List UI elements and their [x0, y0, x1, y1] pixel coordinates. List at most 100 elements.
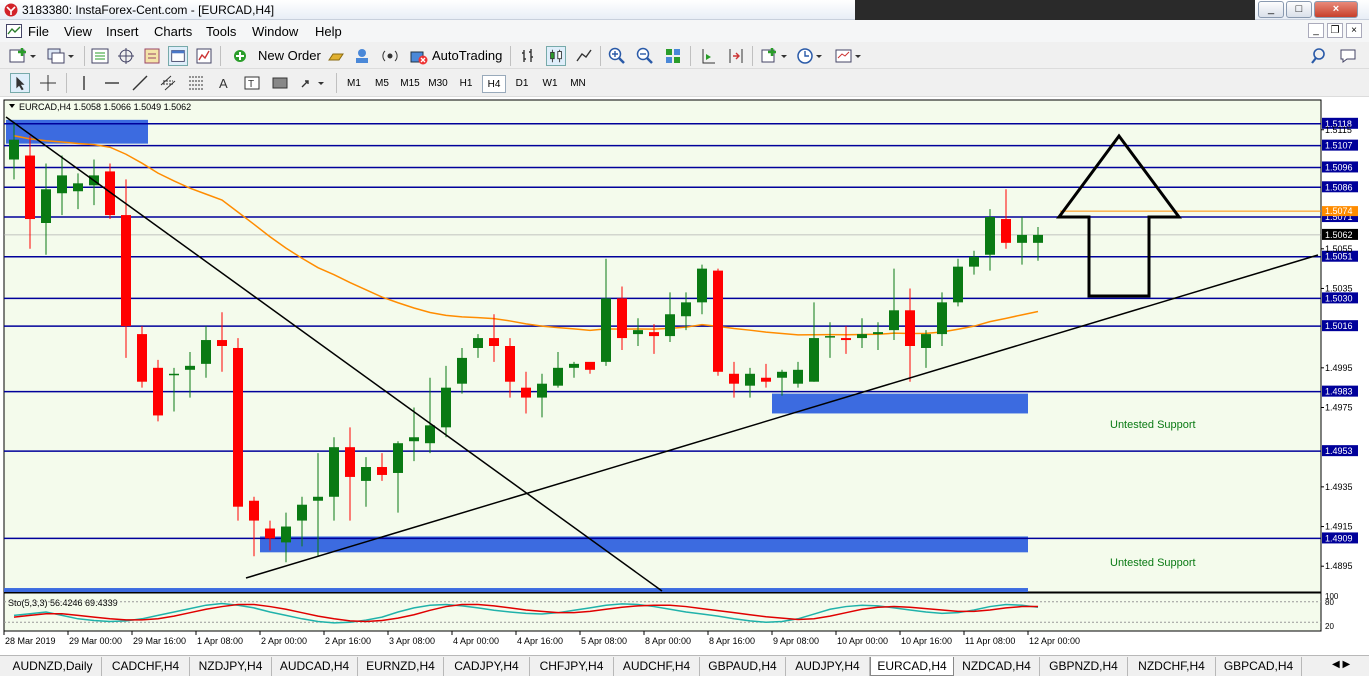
close-button[interactable]: × [1314, 1, 1358, 18]
tile-windows-icon[interactable] [663, 46, 683, 66]
candle-body[interactable] [857, 334, 867, 339]
vertical-line-icon[interactable] [74, 73, 94, 93]
text-icon[interactable]: A [214, 73, 234, 93]
candle-body[interactable] [393, 443, 403, 473]
candle-body[interactable] [185, 365, 195, 370]
market-watch-icon[interactable] [90, 46, 110, 66]
candle-body[interactable] [489, 338, 499, 346]
candle-body[interactable] [57, 175, 67, 194]
candle-body[interactable] [137, 334, 147, 382]
timeframe-m30[interactable]: M30 [426, 75, 450, 93]
crosshair-icon[interactable] [38, 73, 58, 93]
candle-body[interactable] [681, 302, 691, 317]
symbol-tab[interactable]: GBPCAD,H4 [1216, 657, 1302, 676]
symbol-tab[interactable]: NZDJPY,H4 [190, 657, 272, 676]
symbol-tab[interactable]: AUDNZD,Daily [4, 657, 102, 676]
symbol-tab[interactable]: AUDCHF,H4 [614, 657, 700, 676]
candle-body[interactable] [921, 334, 931, 348]
candle-body[interactable] [617, 298, 627, 339]
candle-body[interactable] [905, 310, 915, 346]
candle-body[interactable] [1001, 219, 1011, 243]
symbol-tab[interactable]: CHFJPY,H4 [530, 657, 614, 676]
timeframe-m1[interactable]: M1 [342, 75, 366, 93]
profiles-icon[interactable] [46, 46, 76, 66]
auto-scroll-icon[interactable] [726, 46, 746, 66]
zoom-out-icon[interactable] [635, 46, 655, 66]
mdi-restore-button[interactable]: ❐ [1327, 23, 1343, 38]
candle-body[interactable] [201, 340, 211, 364]
candle-body[interactable] [505, 346, 515, 382]
candle-body[interactable] [889, 310, 899, 331]
gold-bars-icon[interactable] [326, 46, 346, 66]
search-icon[interactable] [1310, 46, 1330, 66]
mdi-close-button[interactable]: × [1346, 23, 1362, 38]
candle-body[interactable] [937, 302, 947, 335]
candle-body[interactable] [809, 338, 819, 382]
terminal-icon[interactable] [168, 46, 188, 66]
line-chart-icon[interactable] [574, 46, 594, 66]
candle-body[interactable] [361, 467, 371, 481]
candle-body[interactable] [377, 467, 387, 475]
candle-body[interactable] [297, 504, 307, 521]
symbol-tab[interactable]: GBPNZD,H4 [1040, 657, 1128, 676]
candle-body[interactable] [793, 369, 803, 384]
chart-shift-icon[interactable] [698, 46, 718, 66]
candle-body[interactable] [105, 171, 115, 216]
symbol-tab[interactable]: CADCHF,H4 [102, 657, 190, 676]
candle-body[interactable] [585, 361, 595, 370]
new-chart-icon[interactable] [8, 46, 38, 66]
candle-body[interactable] [441, 387, 451, 428]
symbol-tab[interactable]: EURCAD,H4 [870, 657, 954, 676]
candle-body[interactable] [969, 256, 979, 267]
candle-body[interactable] [41, 189, 51, 223]
candle-body[interactable] [281, 526, 291, 543]
candle-body[interactable] [1033, 234, 1043, 243]
new-order-icon[interactable] [232, 46, 254, 66]
candle-body[interactable] [313, 496, 323, 501]
candle-body[interactable] [473, 338, 483, 348]
timeframe-w1[interactable]: W1 [538, 75, 562, 93]
candle-body[interactable] [409, 437, 419, 442]
candle-body[interactable] [169, 373, 179, 376]
menu-view[interactable]: View [64, 24, 92, 39]
candle-body[interactable] [425, 425, 435, 444]
candle-body[interactable] [345, 447, 355, 477]
fibonacci-icon[interactable] [186, 73, 206, 93]
menu-charts[interactable]: Charts [154, 24, 192, 39]
expert-advisors-icon[interactable] [352, 46, 372, 66]
candle-body[interactable] [713, 270, 723, 372]
timeframe-m5[interactable]: M5 [370, 75, 394, 93]
candle-body[interactable] [665, 314, 675, 337]
candle-body[interactable] [873, 332, 883, 335]
candle-body[interactable] [25, 155, 35, 220]
maximize-button[interactable]: □ [1286, 1, 1312, 18]
data-window-icon[interactable] [116, 46, 136, 66]
candle-body[interactable] [121, 215, 131, 327]
candle-body[interactable] [153, 367, 163, 416]
symbol-tab[interactable]: AUDJPY,H4 [786, 657, 870, 676]
timeframe-d1[interactable]: D1 [510, 75, 534, 93]
candle-body[interactable] [9, 139, 19, 160]
candle-body[interactable] [233, 347, 243, 507]
cursor-icon[interactable] [10, 73, 30, 93]
candle-body[interactable] [601, 298, 611, 362]
demand-zone-upper[interactable] [772, 393, 1028, 414]
autotrading-icon[interactable] [408, 46, 430, 66]
timeframe-m15[interactable]: M15 [398, 75, 422, 93]
horizontal-line-icon[interactable] [102, 73, 122, 93]
candle-body[interactable] [745, 373, 755, 386]
candle-body[interactable] [777, 371, 787, 378]
candle-body[interactable] [825, 336, 835, 338]
symbol-tab[interactable]: GBPAUD,H4 [700, 657, 786, 676]
arrows-icon[interactable] [298, 73, 328, 93]
candle-body[interactable] [761, 377, 771, 382]
bar-chart-icon[interactable] [518, 46, 538, 66]
symbol-tab[interactable]: CADJPY,H4 [444, 657, 530, 676]
equidistant-channel-icon[interactable] [158, 73, 178, 93]
candle-body[interactable] [249, 500, 259, 521]
chart-window[interactable]: Untested Support Untested Support EURCAD… [0, 97, 1369, 655]
timeframe-h1[interactable]: H1 [454, 75, 478, 93]
rectangle-icon[interactable] [270, 73, 290, 93]
candle-body[interactable] [985, 217, 995, 255]
symbol-tab[interactable]: NZDCAD,H4 [954, 657, 1040, 676]
